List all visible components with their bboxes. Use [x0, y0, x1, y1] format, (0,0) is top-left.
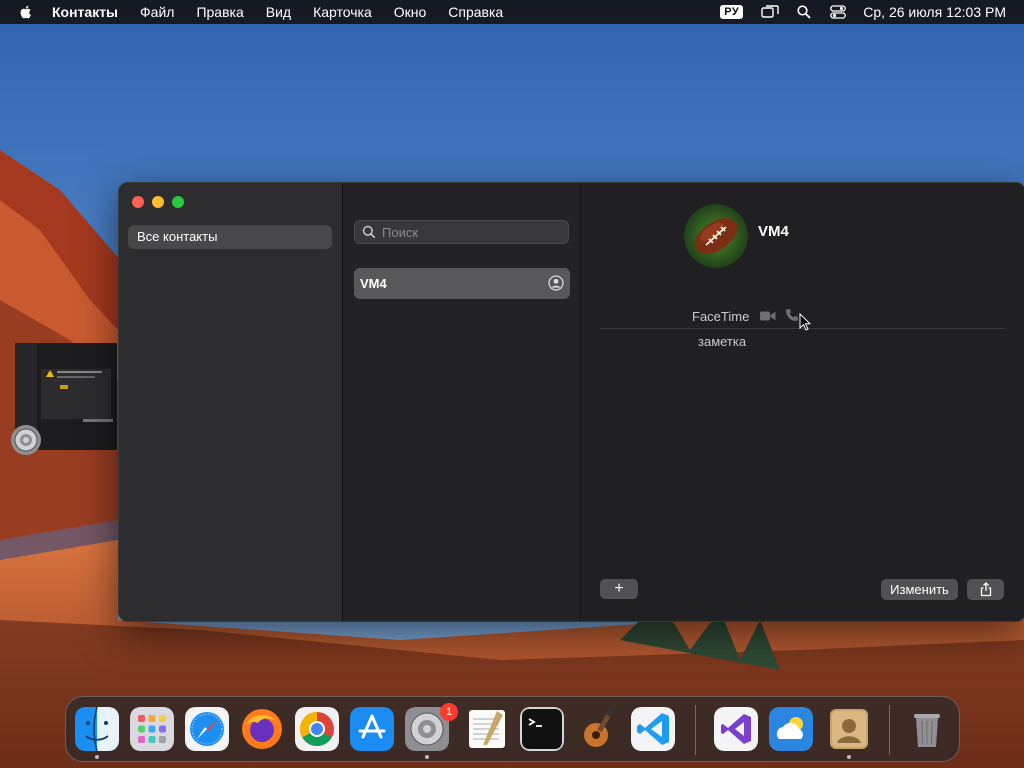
control-center-icon[interactable]: [829, 4, 847, 20]
contact-avatar[interactable]: [684, 204, 748, 268]
chrome-icon[interactable]: [295, 707, 339, 751]
trash-icon[interactable]: [905, 707, 949, 751]
textedit-icon[interactable]: [465, 707, 509, 751]
keyboard-layout-badge[interactable]: РУ: [720, 5, 744, 19]
contact-list-item[interactable]: VM4: [354, 268, 570, 299]
contact-list-item-name: VM4: [360, 276, 387, 291]
dock-separator-trash: [889, 705, 890, 755]
sidebar: Все контакты: [119, 183, 343, 621]
instruments-icon[interactable]: [576, 707, 620, 751]
contacts-icon[interactable]: [827, 707, 871, 751]
mouse-pointer-icon: [799, 313, 811, 331]
menu-card[interactable]: Карточка: [313, 4, 372, 20]
search-icon: [362, 225, 376, 239]
note-field-label[interactable]: заметка: [698, 334, 746, 349]
safari-icon[interactable]: [185, 707, 229, 751]
contacts-window: Все контакты VM4: [118, 182, 1024, 622]
running-indicator: [95, 755, 99, 759]
dock-separator: [695, 705, 696, 755]
menubar-clock[interactable]: Ср, 26 июля 12:03 PM: [863, 4, 1006, 20]
contact-name: VM4: [758, 223, 789, 240]
contact-list-pane: VM4: [343, 183, 581, 621]
zoom-button[interactable]: [172, 196, 184, 208]
menu-file[interactable]: Файл: [140, 4, 174, 20]
search-input[interactable]: [382, 224, 552, 240]
launchpad-icon[interactable]: [130, 707, 174, 751]
share-button[interactable]: [967, 579, 1004, 600]
finder-icon[interactable]: [75, 707, 119, 751]
terminal-icon[interactable]: [520, 707, 564, 751]
running-indicator: [425, 755, 429, 759]
vscode-icon[interactable]: [631, 707, 675, 751]
share-icon: [980, 582, 991, 597]
person-circle-icon: [548, 275, 564, 291]
notification-badge: 1: [440, 703, 458, 721]
edit-button[interactable]: Изменить: [881, 579, 958, 600]
minimize-button[interactable]: [152, 196, 164, 208]
system-settings-thumbnail-icon[interactable]: [10, 424, 42, 456]
facetime-audio-icon[interactable]: [785, 308, 799, 322]
close-button[interactable]: [132, 196, 144, 208]
spotlight-search-icon[interactable]: [795, 4, 813, 20]
menu-window[interactable]: Окно: [394, 4, 427, 20]
menu-app-name[interactable]: Контакты: [52, 4, 118, 20]
contact-detail-pane: VM4 FaceTime заметка + Изменить: [581, 183, 1024, 621]
weather-icon[interactable]: [769, 707, 813, 751]
menu-edit[interactable]: Правка: [196, 4, 243, 20]
facetime-video-icon[interactable]: [760, 310, 776, 322]
dock: [65, 696, 960, 762]
menu-view[interactable]: Вид: [266, 4, 291, 20]
sidebar-item-all-contacts[interactable]: Все контакты: [128, 225, 332, 249]
facetime-label: FaceTime: [692, 309, 750, 324]
apple-menu-icon[interactable]: [18, 4, 34, 20]
menu-help[interactable]: Справка: [448, 4, 503, 20]
screen-mirroring-icon[interactable]: [761, 4, 779, 20]
window-controls: [132, 196, 184, 208]
menu-bar: Контакты Файл Правка Вид Карточка Окно С…: [0, 0, 1024, 24]
visual-studio-icon[interactable]: [714, 707, 758, 751]
search-field[interactable]: [354, 220, 569, 244]
app-store-icon[interactable]: [350, 707, 394, 751]
firefox-icon[interactable]: [240, 707, 284, 751]
add-button[interactable]: +: [600, 579, 638, 599]
running-indicator: [847, 755, 851, 759]
